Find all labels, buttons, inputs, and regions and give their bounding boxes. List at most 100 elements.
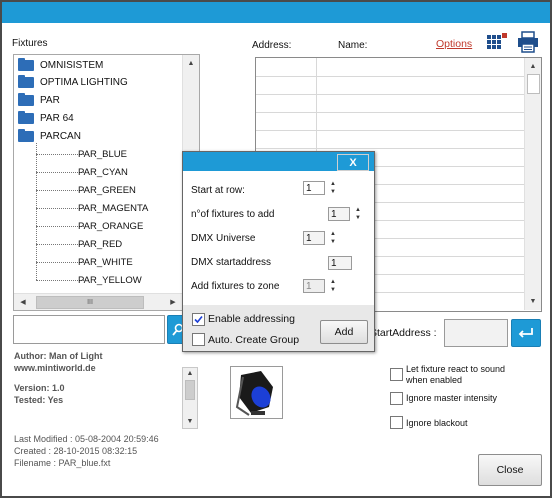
- tree-item-par-red[interactable]: PAR_RED: [78, 236, 122, 253]
- options-link[interactable]: Options: [436, 38, 472, 50]
- table-row[interactable]: [256, 94, 526, 113]
- tree-folder-par64[interactable]: PAR 64: [18, 110, 74, 127]
- folder-icon: [18, 129, 34, 142]
- filename-text: Filename : PAR_blue.fxt: [14, 458, 111, 468]
- scroll-up-icon[interactable]: ▲: [526, 59, 540, 73]
- spin-down-icon[interactable]: ▼: [327, 286, 339, 294]
- add-button[interactable]: Add: [320, 320, 368, 344]
- author-text: Author: Man of Light: [14, 351, 103, 361]
- tree-folder-par[interactable]: PAR: [18, 92, 60, 109]
- spin-down-icon[interactable]: ▼: [352, 214, 364, 222]
- tree-connector: [36, 143, 37, 280]
- par-can-icon: [235, 371, 273, 416]
- folder-icon: [18, 58, 34, 71]
- tree-item-par-yellow[interactable]: PAR_YELLOW: [78, 272, 142, 289]
- zone-label: Add fixtures to zone: [191, 281, 280, 292]
- name-column-label: Name:: [338, 40, 368, 51]
- spin-down-icon[interactable]: ▼: [327, 238, 339, 246]
- enable-addressing-label: Enable addressing: [208, 313, 295, 325]
- zone-spinner[interactable]: 1 ▲ ▼: [303, 278, 339, 294]
- grid-scroll-thumb[interactable]: [527, 74, 540, 94]
- tree-connector: [36, 244, 84, 245]
- info-scroll-thumb[interactable]: [185, 380, 195, 400]
- print-button[interactable]: [516, 30, 540, 54]
- tree-item-par-blue[interactable]: PAR_BLUE: [78, 146, 127, 163]
- start-row-label: Start at row:: [191, 185, 245, 196]
- num-fixtures-label: n°of fixtures to add: [191, 209, 275, 220]
- tree-item-par-green[interactable]: PAR_GREEN: [78, 182, 136, 199]
- printer-icon: [518, 31, 538, 53]
- close-button[interactable]: Close: [478, 454, 542, 486]
- title-bar[interactable]: [2, 2, 550, 23]
- tree-connector: [36, 172, 84, 173]
- ignore-blackout-checkbox[interactable]: [390, 416, 403, 429]
- dmx-start-label: DMX startaddress: [191, 257, 272, 268]
- folder-label: OPTIMA LIGHTING: [40, 77, 128, 88]
- dmx-universe-value[interactable]: 1: [303, 231, 325, 245]
- spin-down-icon[interactable]: ▼: [327, 188, 339, 196]
- spin-up-icon[interactable]: ▲: [327, 180, 339, 188]
- last-modified-text: Last Modified : 05-08-2004 20:59:46: [14, 434, 159, 444]
- tree-item-par-orange[interactable]: PAR_ORANGE: [78, 218, 143, 235]
- table-row[interactable]: [256, 76, 526, 95]
- grid-vertical-scrollbar[interactable]: ▲ ▼: [524, 58, 541, 310]
- fixtures-label: Fixtures: [12, 38, 48, 49]
- folder-icon: [18, 75, 34, 88]
- tree-item-par-white[interactable]: PAR_WHITE: [78, 254, 133, 271]
- address-column-label: Address:: [252, 40, 292, 51]
- tree-connector: [36, 190, 84, 191]
- dialog-close-button[interactable]: X: [337, 154, 369, 171]
- tree-folder-optima[interactable]: OPTIMA LIGHTING: [18, 74, 128, 91]
- tree-connector: [36, 262, 84, 263]
- table-row[interactable]: [256, 58, 526, 77]
- tree-connector: [36, 280, 84, 281]
- spin-up-icon[interactable]: ▲: [352, 206, 364, 214]
- scroll-left-icon[interactable]: ◀: [16, 295, 30, 309]
- spin-up-icon[interactable]: ▲: [327, 278, 339, 286]
- horizontal-scroll-thumb[interactable]: III: [36, 296, 144, 309]
- fixture-tree[interactable]: OMNISISTEM OPTIMA LIGHTING PAR PAR 64 PA…: [13, 54, 200, 311]
- scroll-right-icon[interactable]: ▶: [166, 295, 180, 309]
- created-text: Created : 28-10-2015 08:32:15: [14, 446, 138, 456]
- scroll-up-icon[interactable]: ▲: [183, 368, 197, 378]
- tree-connector: [36, 208, 84, 209]
- react-sound-checkbox[interactable]: [390, 368, 403, 381]
- dmx-start-value[interactable]: 1: [328, 256, 352, 270]
- folder-label: PAR: [40, 95, 60, 106]
- zone-value[interactable]: 1: [303, 279, 325, 293]
- tree-connector: [36, 154, 84, 155]
- grid-layout-button[interactable]: [485, 31, 509, 53]
- scroll-up-icon[interactable]: ▲: [184, 56, 198, 70]
- info-scrollbar[interactable]: ▲ ▼: [182, 367, 198, 429]
- start-row-spinner[interactable]: 1 ▲ ▼: [303, 180, 339, 196]
- ignore-master-checkbox[interactable]: [390, 392, 403, 405]
- scroll-down-icon[interactable]: ▼: [183, 416, 197, 426]
- add-fixtures-dialog: X Start at row: 1 ▲ ▼ n°of fixtures to ad…: [182, 151, 375, 352]
- react-sound-label: Let fixture react to sound when enabled: [406, 364, 506, 385]
- num-fixtures-spinner[interactable]: 1 ▲ ▼: [328, 206, 364, 222]
- num-fixtures-value[interactable]: 1: [328, 207, 350, 221]
- tree-folder-omnisistem[interactable]: OMNISISTEM: [18, 57, 103, 74]
- folder-label: PARCAN: [40, 131, 81, 142]
- tree-connector: [36, 226, 84, 227]
- auto-group-checkbox[interactable]: [192, 333, 205, 346]
- table-row[interactable]: [256, 112, 526, 131]
- dialog-footer: Enable addressing Auto. Create Group Add: [183, 305, 374, 351]
- tree-item-par-magenta[interactable]: PAR_MAGENTA: [78, 200, 148, 217]
- grid-layout-icon: [487, 33, 507, 49]
- ignore-blackout-label: Ignore blackout: [406, 418, 468, 428]
- fixture-window: Fixtures OMNISISTEM OPTIMA LIGHTING PAR …: [0, 0, 552, 498]
- fixture-search-input[interactable]: [13, 315, 165, 344]
- apply-start-address-button[interactable]: [511, 319, 541, 347]
- tree-folder-parcan[interactable]: PARCAN: [18, 128, 81, 145]
- tree-item-par-cyan[interactable]: PAR_CYAN: [78, 164, 128, 181]
- tree-horizontal-scrollbar[interactable]: ◀ III ▶: [14, 293, 198, 310]
- version-text: Version: 1.0: [14, 383, 65, 393]
- start-address-input[interactable]: [444, 319, 508, 347]
- start-row-value[interactable]: 1: [303, 181, 325, 195]
- dmx-universe-spinner[interactable]: 1 ▲ ▼: [303, 230, 339, 246]
- spin-up-icon[interactable]: ▲: [327, 230, 339, 238]
- scroll-down-icon[interactable]: ▼: [526, 294, 540, 308]
- table-row[interactable]: [256, 130, 526, 149]
- enable-addressing-checkbox[interactable]: [192, 313, 205, 326]
